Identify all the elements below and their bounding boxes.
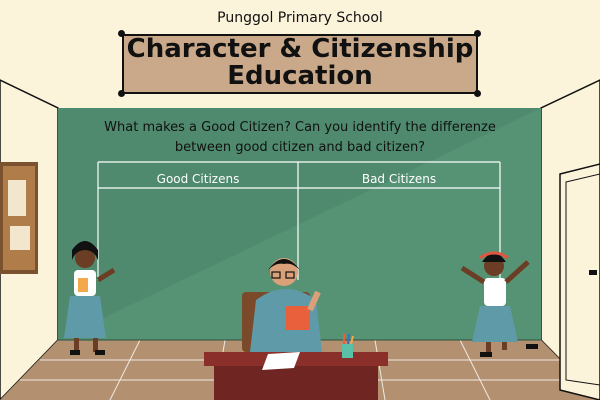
school-name: Punggol Primary School <box>217 10 383 26</box>
board-question: What makes a Good Citizen? Can you ident… <box>104 120 496 155</box>
notice-paper <box>8 180 26 216</box>
banner-corner-dot <box>118 90 125 97</box>
column-header-good: Good Citizens <box>156 172 240 186</box>
book <box>286 306 310 330</box>
banner-corner-dot <box>474 90 481 97</box>
door-handle <box>589 270 597 275</box>
page-title: Character & Citizenship Education <box>126 34 474 91</box>
column-header-bad: Bad Citizens <box>361 172 437 186</box>
notice-paper <box>10 226 30 250</box>
pencil-cup <box>342 344 353 358</box>
